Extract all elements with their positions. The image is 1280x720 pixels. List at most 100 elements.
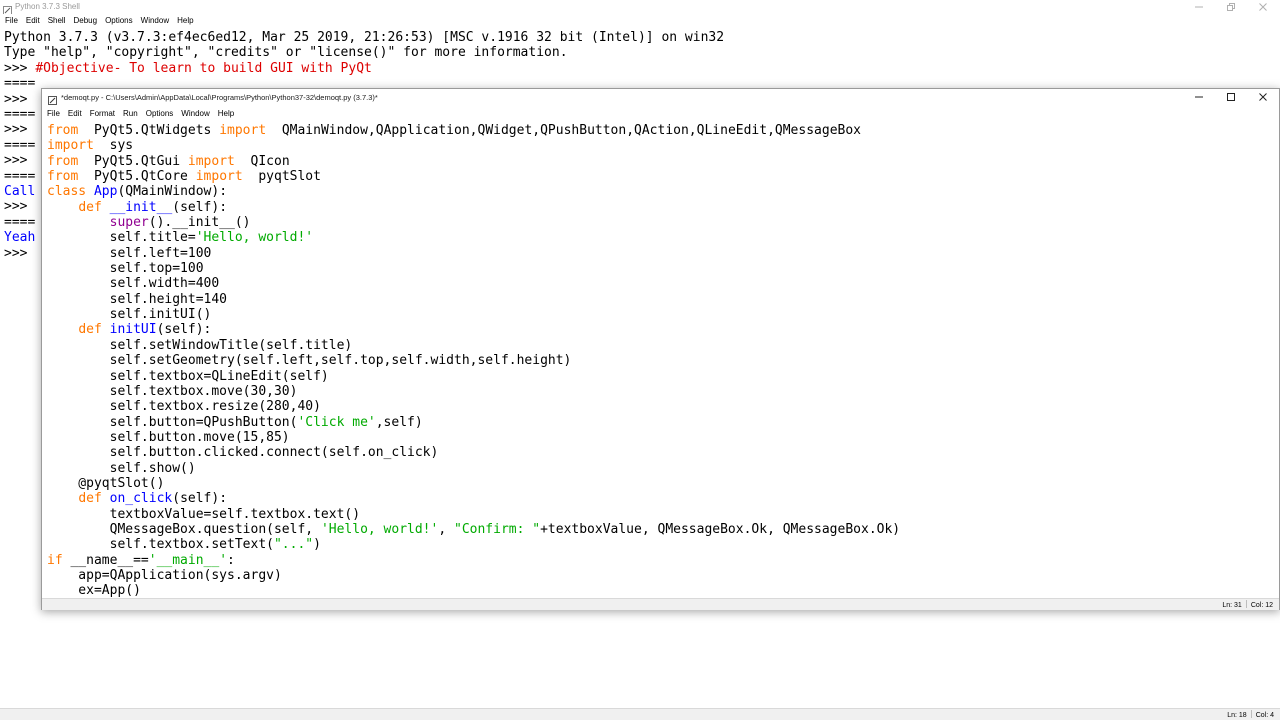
shell-partial-line: >>> (4, 153, 36, 169)
code-token: self.initUI() (47, 307, 212, 323)
code-token: ().__init__() (148, 215, 251, 231)
close-icon[interactable] (1247, 89, 1279, 105)
code-token: self.button.clicked.connect(self.on_clic… (47, 445, 439, 461)
editor-menu-edit[interactable]: Edit (64, 107, 86, 121)
code-line: self.left=100 (47, 246, 900, 261)
editor-titlebar[interactable]: *demoqt.py - C:\Users\Admin\AppData\Loca… (42, 89, 1279, 105)
editor-window: *demoqt.py - C:\Users\Admin\AppData\Loca… (41, 88, 1280, 610)
code-line: super().__init__() (47, 215, 900, 230)
shell-menu-shell[interactable]: Shell (44, 14, 70, 28)
code-token: : (227, 552, 235, 568)
minimize-icon[interactable] (1183, 89, 1215, 105)
shell-statusbar: Ln: 18 Col: 4 (0, 708, 1280, 720)
editor-menu-options[interactable]: Options (142, 107, 178, 121)
code-line: self.setWindowTitle(self.title) (47, 338, 900, 353)
code-token: (self): (156, 322, 212, 338)
shell-status-line: Ln: 18 (1227, 712, 1247, 719)
code-token: self.button.move(15,85) (47, 429, 290, 445)
code-token: from (47, 153, 79, 169)
python-feather-icon (3, 2, 12, 15)
code-token: textboxValue=self.textbox.text() (47, 506, 361, 522)
code-token: self.left=100 (47, 245, 212, 261)
restore-icon[interactable] (1214, 0, 1248, 14)
shell-menu-help[interactable]: Help (173, 14, 197, 28)
shell-partial-line: ==== (4, 137, 36, 153)
code-line: self.button.clicked.connect(self.on_clic… (47, 445, 900, 460)
editor-menu-format[interactable]: Format (86, 107, 119, 121)
code-token: self.width=400 (47, 276, 220, 292)
code-token: import (219, 123, 267, 138)
shell-banner-line-2: Type "help", "copyright", "credits" or "… (4, 45, 568, 61)
code-token: , (438, 521, 454, 537)
editor-statusbar: Ln: 31 Col: 12 (42, 598, 1279, 610)
editor-menu-run[interactable]: Run (119, 107, 142, 121)
code-line: self.textbox.move(30,30) (47, 384, 900, 399)
code-token: PyQt5.QtGui (78, 153, 188, 169)
code-token: initUI (109, 322, 157, 338)
minimize-icon[interactable] (1182, 0, 1216, 14)
code-line: self.show() (47, 461, 900, 476)
code-line: class App(QMainWindow): (47, 184, 900, 199)
code-token: QMainWindow,QApplication,QWidget,QPushBu… (266, 123, 861, 138)
shell-menu-edit[interactable]: Edit (22, 14, 44, 28)
code-token: PyQt5.QtWidgets (78, 123, 220, 138)
code-token: import (47, 138, 94, 154)
code-token: self.button=QPushButton( (47, 414, 298, 430)
code-line: self.setGeometry(self.left,self.top,self… (47, 353, 900, 368)
editor-menu-window[interactable]: Window (177, 107, 213, 121)
code-token: self.setWindowTitle(self.title) (47, 337, 353, 353)
code-token: pyqtSlot (242, 169, 321, 185)
code-token: +textboxValue, QMessageBox.Ok, QMessageB… (540, 521, 901, 537)
shell-menu-file[interactable]: File (0, 14, 22, 28)
code-token: self.show() (47, 460, 196, 476)
code-token: if (47, 552, 63, 568)
code-token: App (93, 184, 118, 200)
code-token: __name__== (62, 552, 149, 568)
code-token: import (195, 169, 243, 185)
editor-menu-help[interactable]: Help (214, 107, 238, 121)
code-token: self.textbox.move(30,30) (47, 383, 298, 399)
python-feather-icon (48, 92, 57, 105)
code-editor[interactable]: from PyQt5.QtWidgets import QMainWindow,… (47, 123, 900, 599)
shell-banner-line-1: Python 3.7.3 (v3.7.3:ef4ec6ed12, Mar 25 … (4, 30, 725, 45)
code-token: ex=App() (47, 583, 141, 599)
code-token: from (47, 169, 79, 185)
shell-comment: #Objective- To learn to build GUI with P… (35, 60, 372, 76)
code-line: self.width=400 (47, 276, 900, 291)
code-token: from (47, 123, 79, 138)
code-token: self.textbox.resize(280,40) (47, 399, 321, 415)
shell-menu-debug[interactable]: Debug (69, 14, 101, 28)
editor-menu-file[interactable]: File (42, 107, 64, 121)
shell-titlebar[interactable]: Python 3.7.3 Shell (0, 0, 1280, 15)
code-line: self.textbox.resize(280,40) (47, 399, 900, 414)
shell-menu-options[interactable]: Options (101, 14, 137, 28)
code-token: (QMainWindow): (117, 184, 228, 200)
shell-menu-window[interactable]: Window (137, 14, 173, 28)
code-line: import sys (47, 138, 900, 153)
code-token: QMessageBox.question(self, (47, 521, 321, 537)
shell-partial-line: >>> (4, 91, 36, 107)
shell-partial-line: ==== (4, 168, 36, 184)
code-token: 'Click me' (297, 414, 376, 430)
code-line: QMessageBox.question(self, 'Hello, world… (47, 521, 901, 537)
code-token: ) (313, 537, 321, 553)
code-token: PyQt5.QtCore (78, 169, 196, 185)
shell-partial-line: Yeah (4, 230, 36, 246)
code-line: @pyqtSlot() (47, 476, 900, 491)
code-line: self.textbox.setText("...") (47, 537, 900, 552)
code-line: from PyQt5.QtCore import pyqtSlot (47, 169, 900, 184)
code-line: def initUI(self): (47, 322, 900, 337)
code-line: from PyQt5.QtGui import QIcon (47, 154, 900, 169)
code-line: self.top=100 (47, 261, 900, 276)
maximize-icon[interactable] (1215, 89, 1247, 105)
shell-prompt: >>> (4, 60, 36, 76)
code-line: def __init__(self): (47, 200, 900, 215)
shell-status-position: Ln: 18 Col: 4 (1227, 710, 1274, 720)
close-icon[interactable] (1246, 0, 1280, 14)
editor-window-title: *demoqt.py - C:\Users\Admin\AppData\Loca… (61, 93, 378, 102)
